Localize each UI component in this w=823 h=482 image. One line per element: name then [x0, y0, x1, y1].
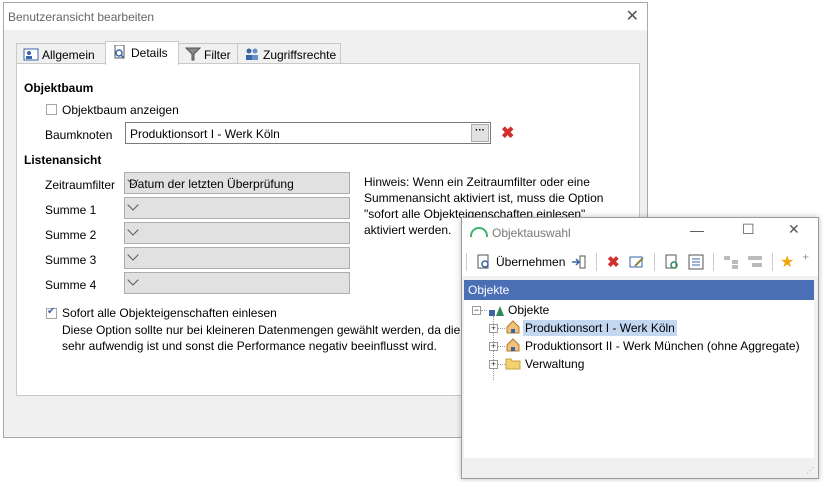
tab-label: Allgemein: [42, 48, 95, 62]
tab-label: Details: [131, 46, 168, 60]
node-value: Produktionsort I - Werk Köln: [130, 127, 280, 141]
refresh-icon[interactable]: [664, 254, 680, 270]
sum1-label: Summe 1: [45, 203, 97, 217]
close-icon[interactable]: ✕: [626, 6, 639, 26]
sum4-label: Summe 4: [45, 278, 97, 292]
object-tree: − Objekte + Produktionsort I - Werk Köln…: [464, 300, 814, 458]
tab-zugriffsrechte[interactable]: Zugriffsrechte: [237, 43, 341, 63]
dialog-titlebar: Benutzeransicht bearbeiten ✕: [4, 3, 647, 30]
toolbar-separator: [654, 253, 655, 271]
node-label: Baumknoten: [45, 128, 113, 142]
sofort-note-line1: Diese Option sollte nur bei kleineren Da…: [62, 323, 473, 337]
object-picker-window: Objektauswahl — ☐ ✕ Übernehmen ✖ ★ ⁺ Obj…: [461, 217, 819, 479]
toolbar-grip: [466, 253, 467, 271]
sofort-note: Diese Option sollte nur bei kleineren Da…: [62, 322, 472, 354]
objects-header-label: Objekte: [468, 283, 510, 297]
tab-label: Zugriffsrechte: [263, 48, 337, 62]
users-icon: [244, 47, 260, 61]
tree-line: [497, 328, 505, 329]
tab-allgemein[interactable]: Allgemein: [16, 43, 106, 63]
sofort-checkbox[interactable]: [46, 306, 57, 319]
minimize-icon[interactable]: —: [690, 222, 704, 238]
tree-line: [497, 364, 505, 365]
apply-button[interactable]: Übernehmen: [496, 255, 565, 269]
tree-node-label: Verwaltung: [525, 357, 585, 371]
sum2-label: Summe 2: [45, 228, 97, 242]
expand-toggle[interactable]: +: [489, 360, 498, 369]
objects-root-icon: [489, 306, 504, 316]
show-tree-label: Objektbaum anzeigen: [62, 103, 179, 117]
more-icon[interactable]: ⁺: [802, 251, 809, 268]
resize-grip-icon[interactable]: ⋰: [806, 466, 816, 476]
sum2-select[interactable]: [124, 222, 350, 244]
close-icon[interactable]: ✕: [788, 221, 800, 238]
delete-icon[interactable]: ✖: [501, 123, 514, 143]
expand-tree-icon[interactable]: [723, 254, 739, 270]
house-icon: [506, 338, 520, 352]
chevron-down-icon: [127, 224, 139, 236]
toolbar-separator: [772, 253, 773, 271]
delete-icon[interactable]: ✖: [607, 253, 620, 271]
expand-toggle[interactable]: +: [489, 342, 498, 351]
tab-label: Filter: [204, 48, 231, 62]
zeitraum-label: Zeitraumfilter: [45, 178, 116, 192]
tree-node-label: Produktionsort I - Werk Köln: [523, 320, 677, 336]
sum3-select[interactable]: [124, 247, 350, 269]
zeitraum-value: Datum der letzten Überprüfung: [129, 177, 294, 191]
collapse-toggle[interactable]: −: [472, 306, 481, 315]
chevron-down-icon: [127, 249, 139, 261]
person-card-icon: [23, 47, 39, 61]
funnel-icon: [184, 47, 202, 61]
picker-toolbar: Übernehmen ✖ ★ ⁺: [462, 248, 818, 276]
zeitraum-select[interactable]: Datum der letzten Überprüfung: [124, 172, 350, 194]
toolbar-separator: [596, 253, 597, 271]
chevron-down-icon: [127, 199, 139, 211]
sum1-select[interactable]: [124, 197, 350, 219]
document-search-icon: [112, 44, 128, 59]
sum3-label: Summe 3: [45, 253, 97, 267]
browse-button[interactable]: ···: [471, 124, 489, 142]
toolbar-separator: [713, 253, 714, 271]
listenansicht-heading: Listenansicht: [24, 153, 102, 167]
import-icon[interactable]: [571, 254, 587, 270]
tree-node-label: Objekte: [508, 303, 550, 317]
tree-line: [481, 310, 487, 311]
favorite-star-icon[interactable]: ★: [780, 252, 794, 272]
dialog-title: Benutzeransicht bearbeiten: [8, 10, 155, 24]
picker-title: Objektauswahl: [492, 226, 571, 240]
apply-document-icon: [477, 254, 489, 269]
tab-filter[interactable]: Filter: [178, 43, 238, 63]
list-view-icon[interactable]: [688, 254, 704, 270]
tab-details[interactable]: Details: [105, 41, 179, 65]
edit-icon[interactable]: [629, 254, 645, 270]
collapse-tree-icon[interactable]: [747, 254, 763, 270]
expand-toggle[interactable]: +: [489, 324, 498, 333]
maximize-icon[interactable]: ☐: [742, 221, 755, 238]
objektbaum-heading: Objektbaum: [24, 81, 94, 95]
chevron-down-icon: [127, 274, 139, 286]
tree-line: [497, 346, 505, 347]
sofort-note-line2: sehr aufwendig ist und sonst die Perform…: [62, 339, 437, 353]
objects-header: Objekte: [464, 280, 814, 300]
picker-titlebar: Objektauswahl — ☐ ✕: [462, 218, 818, 248]
sofort-label: Sofort alle Objekteigenschaften einlesen: [62, 306, 277, 320]
folder-icon: [505, 358, 521, 370]
tree-node-label: Produktionsort II - Werk München (ohne A…: [525, 339, 800, 353]
app-logo-icon: [470, 227, 488, 237]
show-tree-checkbox[interactable]: [46, 104, 57, 115]
house-icon: [506, 320, 520, 334]
node-field[interactable]: Produktionsort I - Werk Köln ···: [125, 122, 491, 144]
sum4-select[interactable]: [124, 272, 350, 294]
